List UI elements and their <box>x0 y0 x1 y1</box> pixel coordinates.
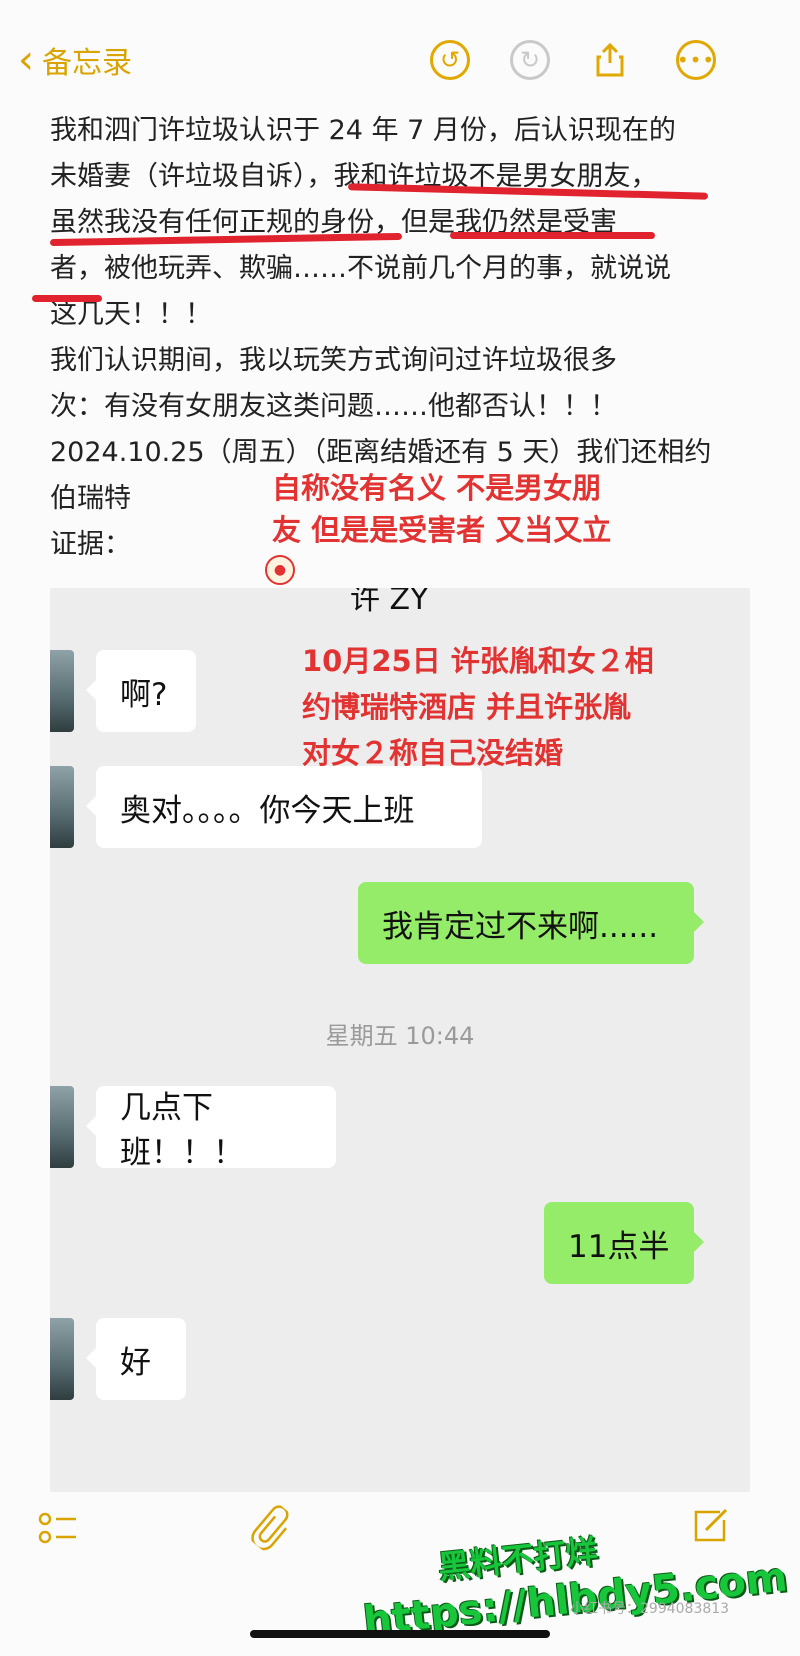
chat-bubble-incoming: 几点下班！！！ <box>86 1086 336 1171</box>
red-underline <box>450 232 655 239</box>
redo-icon[interactable]: ↻ <box>510 40 550 80</box>
home-indicator[interactable] <box>250 1630 550 1638</box>
source-id-watermark: 小红书号：2994083813 <box>570 1601 730 1617</box>
red-annotation: 自称没有名义 不是男女朋 友 但是是受害者 又当又立 <box>272 467 632 551</box>
annotation-line: 友 但是是受害者 又当又立 <box>272 513 612 547</box>
clown-emoji-icon: ● <box>265 555 295 585</box>
annotation-line: 约博瑞特酒店 并且许张胤 <box>302 690 632 724</box>
red-annotation: 10月25日 许张胤和女２相 约博瑞特酒店 并且许张胤 对女２称自己没结婚 <box>302 638 742 776</box>
back-button[interactable]: ‹ 备忘录 <box>18 38 132 82</box>
note-line: 者，被他玩弄、欺骗……不说前几个月的事，就说说 <box>50 253 671 284</box>
message-text: 我肯定过不来啊...... <box>382 908 659 945</box>
note-line: 我和泗门许垃圾认识于 24 年 7 月份，后认识现在的 <box>50 115 676 146</box>
red-underline <box>32 295 102 302</box>
chat-timestamp: 星期五 10:44 <box>325 1022 475 1050</box>
chevron-left-icon: ‹ <box>18 37 34 83</box>
annotation-line: 自称没有名义 不是男女朋 <box>272 471 602 505</box>
annotation-line: 10月25日 许张胤和女２相 <box>302 644 654 678</box>
chat-screenshot: 许 ZY 10月25日 许张胤和女２相 约博瑞特酒店 并且许张胤 对女２称自己没… <box>50 588 750 1492</box>
avatar[interactable] <box>50 766 74 848</box>
chat-bubble-outgoing: 我肯定过不来啊...... <box>358 882 704 964</box>
avatar[interactable] <box>50 1318 74 1400</box>
chat-bubble-outgoing: 11点半 <box>544 1202 704 1284</box>
message-text: 好 <box>120 1344 151 1381</box>
message-text: 11点半 <box>568 1228 670 1265</box>
message-text: 奥对。。。。你今天上班 <box>120 792 415 829</box>
undo-icon[interactable]: ↺ <box>430 40 470 80</box>
back-label: 备忘录 <box>42 46 132 81</box>
notes-page: ‹ 备忘录 ↺ ↻ ••• 我和泗门许垃圾认识于 24 年 7 月份，后认识现在… <box>0 0 800 1656</box>
paperclip-icon[interactable] <box>241 1502 296 1561</box>
note-line: 我们认识期间，我以玩笑方式询问过许垃圾很多 <box>50 345 617 376</box>
more-icon[interactable]: ••• <box>676 40 716 80</box>
note-line: 这几天！！！ <box>50 299 212 330</box>
chat-bubble-incoming: 奥对。。。。你今天上班 <box>86 766 482 848</box>
share-icon[interactable] <box>590 40 630 80</box>
chat-title: 许 ZY <box>350 588 429 617</box>
chat-bubble-incoming: 啊? <box>86 650 196 732</box>
avatar[interactable] <box>50 650 74 732</box>
message-text: 几点下班！！！ <box>120 1090 244 1171</box>
avatar[interactable] <box>50 1086 74 1168</box>
message-text: 啊? <box>120 676 168 713</box>
checklist-icon[interactable] <box>38 1508 78 1557</box>
chat-bubble-incoming: 好 <box>86 1318 186 1400</box>
top-toolbar: ‹ 备忘录 ↺ ↻ ••• <box>0 30 800 90</box>
note-line: 次：有没有女朋友这类问题……他都否认！！！ <box>50 391 617 422</box>
